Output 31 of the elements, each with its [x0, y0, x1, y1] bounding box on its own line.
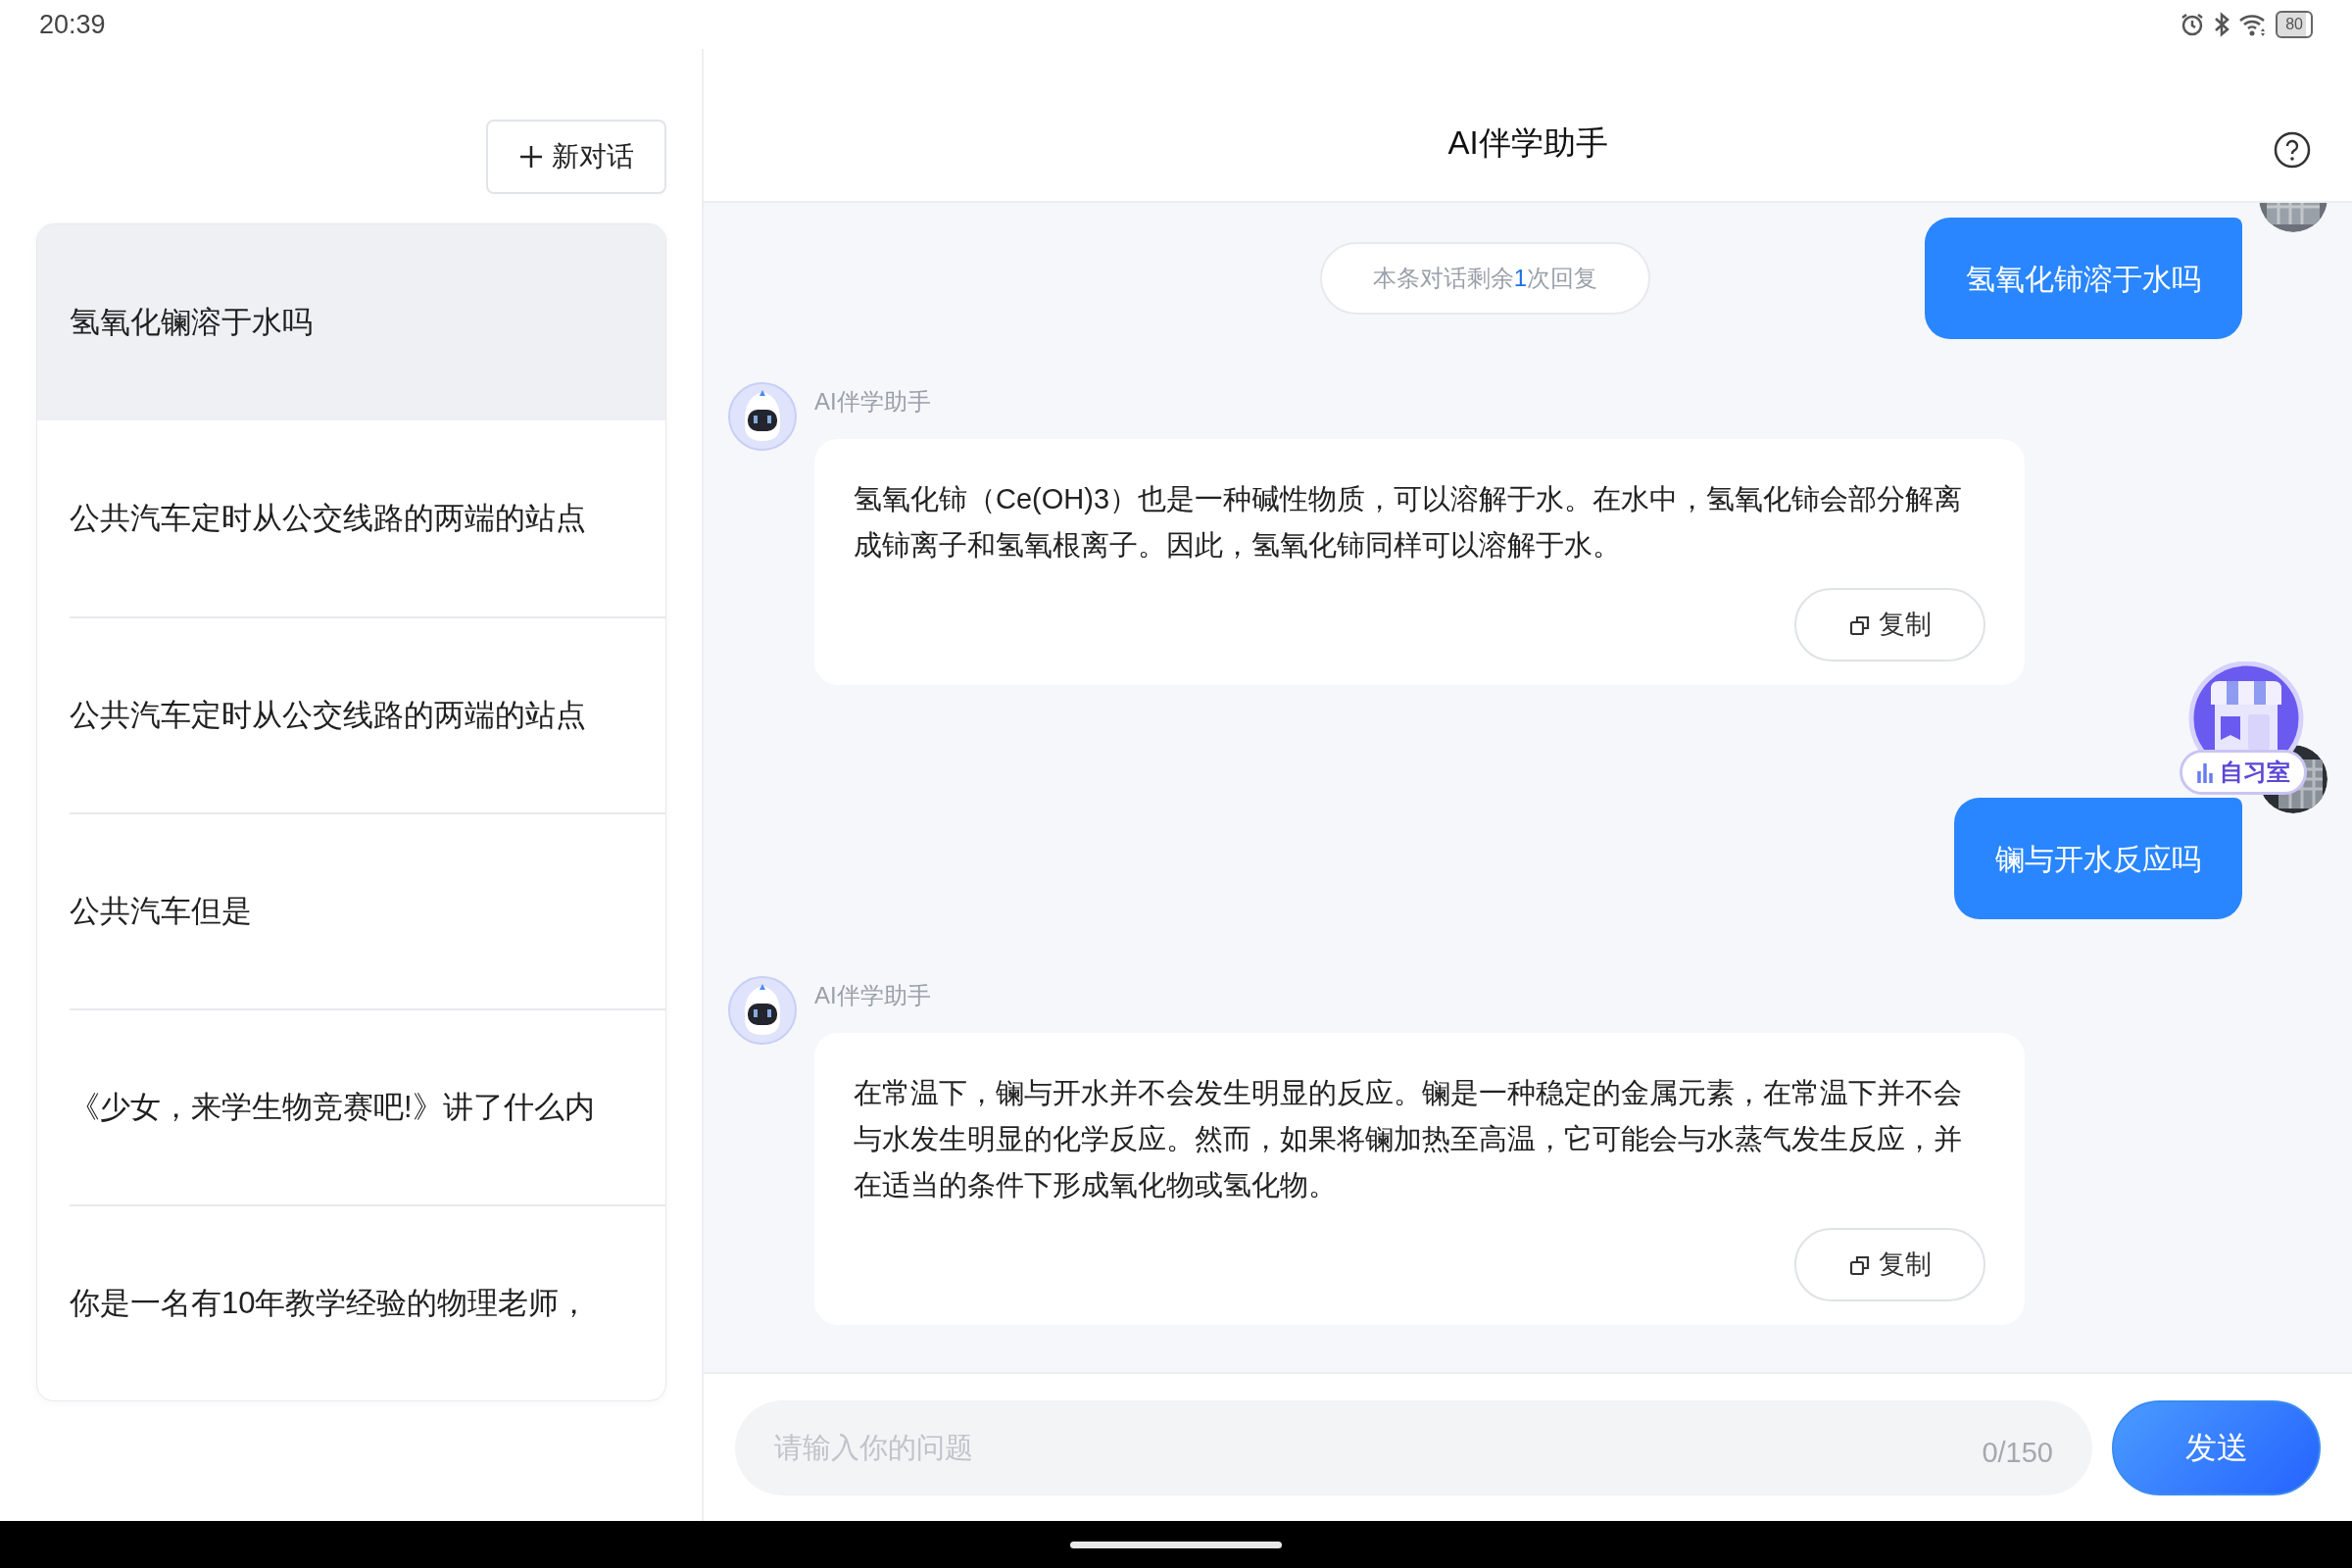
home-indicator[interactable]	[1070, 1541, 1282, 1548]
user-message-bubble: 氢氧化铈溶于水吗	[1925, 218, 2242, 339]
answer-text: 在常温下，镧与开水并不会发生明显的反应。镧是一种稳定的金属元素，在常温下并不会与水发生明显的化学反应。然而，如果将镧加热至高温，它可能会与水蒸气发生反应，并在适当的条件下形成氧化物或氢化物。	[854, 1076, 1963, 1202]
send-button[interactable]: 发送	[2112, 1399, 2321, 1495]
conversation-item[interactable]: 你是一名有10年教学经验的物理老师，	[70, 1204, 665, 1400]
copy-button[interactable]: 复制	[1794, 1228, 1985, 1301]
copy-icon	[1848, 613, 1871, 636]
conversation-item[interactable]: 公共汽车但是	[70, 812, 665, 1008]
assistant-name: AI伴学助手	[814, 387, 932, 416]
answer-text: 氢氧化铈（Ce(OH)3）也是一种碱性物质，可以溶解于水。在水中，氢氧化铈会部分解离成铈离子和氢氧根离子。因此，氢氧化铈同样可以溶解于水。	[854, 482, 1963, 563]
quota-notice: 本条对话剩余1次回复	[1319, 242, 1651, 315]
battery-indicator: 80	[2276, 11, 2313, 38]
bar-chart-icon	[2196, 761, 2214, 783]
conversation-item[interactable]: 《少女，来学生物竞赛吧!》讲了什么内	[70, 1008, 665, 1204]
study-room-button[interactable]: 自习室	[2168, 662, 2325, 799]
new-chat-button[interactable]: 新对话	[486, 120, 666, 194]
robot-avatar-icon	[728, 382, 797, 451]
page-title: AI伴学助手	[1447, 122, 1608, 163]
assistant-name: AI伴学助手	[814, 981, 932, 1010]
copy-button[interactable]: 复制	[1794, 588, 1985, 662]
conversation-item[interactable]: 公共汽车定时从公交线路的两端的站点	[37, 420, 665, 616]
character-counter: 0/150	[1982, 1435, 2053, 1470]
user-message-bubble: 镧与开水反应吗	[1954, 798, 2242, 919]
copy-icon	[1848, 1253, 1871, 1276]
conversation-item[interactable]: 公共汽车定时从公交线路的两端的站点	[70, 616, 665, 812]
bluetooth-icon	[2213, 11, 2231, 38]
plus-icon	[518, 144, 544, 170]
help-icon[interactable]	[2274, 131, 2311, 169]
robot-avatar-icon	[728, 976, 797, 1045]
conversation-item[interactable]: 氢氧化镧溶于水吗	[37, 224, 665, 420]
clock-time: 20:39	[39, 8, 106, 41]
